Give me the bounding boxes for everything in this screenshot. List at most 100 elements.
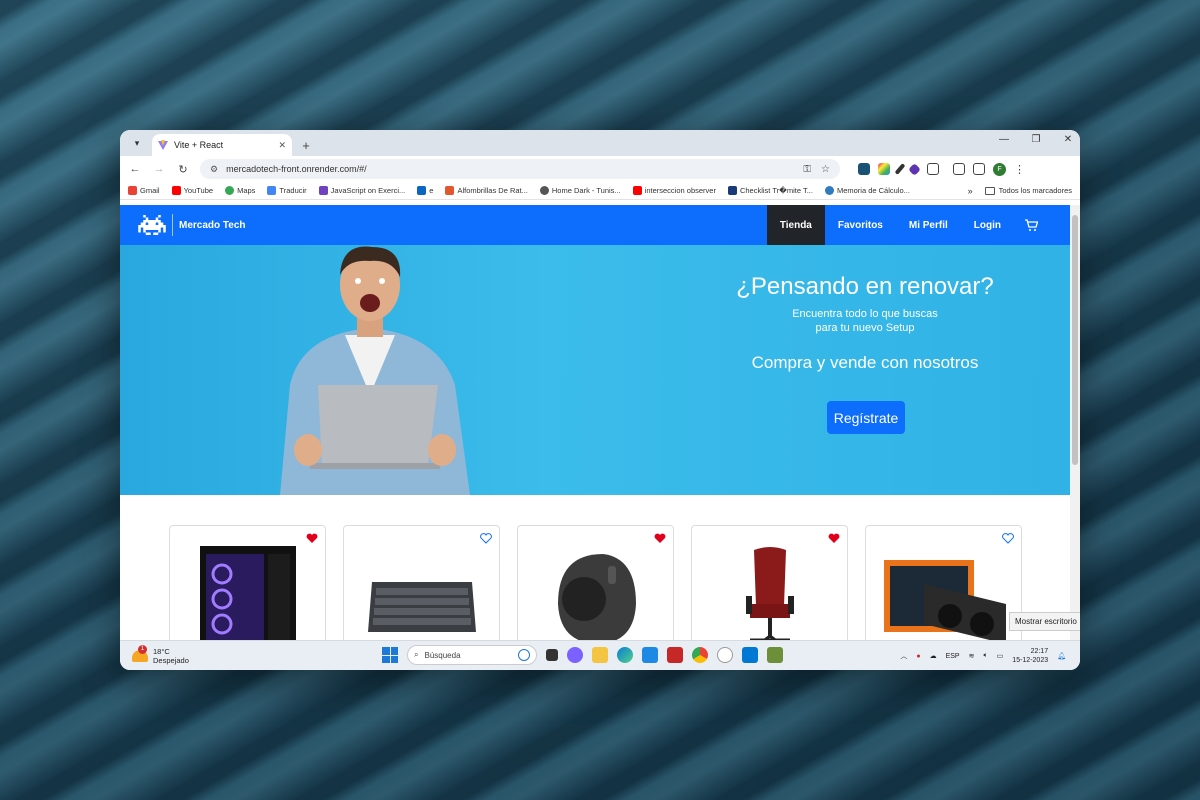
bookmark-gmail[interactable]: Gmail (128, 186, 160, 195)
extension-gem-icon[interactable] (908, 162, 921, 176)
bookmark-label: Home Dark - Tunis... (551, 186, 621, 195)
brand-link[interactable]: Mercado Tech (138, 214, 246, 236)
bookmark-label: YouTube (183, 186, 214, 195)
tray-vpn-icon[interactable]: ● (916, 653, 920, 660)
brand-name: Mercado Tech (179, 219, 246, 231)
soccer-ball-icon[interactable] (717, 647, 733, 663)
bookmark-home-dark[interactable]: Home Dark - Tunis... (539, 186, 621, 195)
globe-icon (824, 186, 834, 195)
vscode-icon[interactable] (742, 647, 758, 663)
product-card[interactable] (517, 525, 674, 640)
tray-overflow-chevron-icon[interactable]: ︿ (900, 651, 907, 661)
product-card[interactable] (169, 525, 326, 640)
excited-man-with-laptop-image (280, 246, 470, 495)
url-text[interactable]: mercadotech-front.onrender.com/#/ (226, 164, 793, 174)
back-arrow-icon[interactable]: ← (128, 163, 142, 175)
register-button[interactable]: Regístrate (827, 401, 905, 434)
page-scrollbar[interactable] (1070, 205, 1080, 640)
volume-icon[interactable]: 🔈︎ (983, 652, 987, 660)
aliexpress-icon (445, 186, 455, 195)
hero-banner: ¿Pensando en renovar? Encuentra todo lo … (120, 245, 1070, 495)
restore-icon[interactable]: ❐ (1030, 134, 1042, 145)
mcafee-icon[interactable] (667, 647, 683, 663)
page-viewport: Mercado Tech Tienda Favoritos Mi Perfil … (120, 205, 1070, 640)
wifi-icon[interactable]: ≋ (969, 652, 975, 660)
edge-browser-icon[interactable] (617, 647, 633, 663)
bookmark-memoria[interactable]: Memoria de Cálculo... (824, 186, 910, 195)
product-card[interactable] (343, 525, 500, 640)
tab-search-chevron-icon[interactable]: ▾ (126, 133, 148, 153)
product-card[interactable] (865, 525, 1022, 640)
scrollbar-thumb[interactable] (1072, 215, 1078, 465)
address-bar[interactable]: ⚙ mercadotech-front.onrender.com/#/ ⚿ ☆ (200, 159, 840, 179)
nav-tienda[interactable]: Tienda (766, 205, 825, 245)
site-info-icon[interactable]: ⚙ (210, 164, 218, 175)
heart-filled-icon[interactable] (654, 533, 666, 544)
brand-divider (172, 214, 173, 236)
vite-favicon-icon (158, 140, 168, 150)
extensions-puzzle-icon[interactable] (927, 163, 939, 175)
media-controls-icon[interactable] (953, 163, 965, 175)
teams-chat-icon[interactable] (567, 647, 583, 663)
bookmarks-overflow-button[interactable]: » (968, 186, 973, 196)
windows-start-icon[interactable] (382, 647, 398, 663)
bookmark-linkedin[interactable]: e (417, 186, 433, 195)
tray-onedrive-icon[interactable]: ☁ (930, 652, 937, 660)
close-window-icon[interactable]: ✕ (1062, 134, 1074, 145)
code-braces-icon (318, 186, 328, 195)
password-key-icon[interactable]: ⚿ (803, 164, 811, 175)
heart-filled-icon[interactable] (828, 533, 840, 544)
bookmark-label: Traducir (279, 186, 307, 195)
bookmark-maps[interactable]: Maps (225, 186, 255, 195)
nav-mi-perfil[interactable]: Mi Perfil (896, 205, 961, 245)
tab-strip: ▾ Vite + React ✕ + — ❐ ✕ (120, 130, 1080, 156)
extension-react-devtools-icon[interactable] (858, 163, 870, 175)
taskbar-clock[interactable]: 22:17 15-12-2023 (1012, 647, 1048, 665)
taskbar-search[interactable]: ⌕ Búsqueda (407, 645, 537, 665)
bookmark-checklist[interactable]: Checklist Tr�mite T... (727, 186, 813, 195)
bookmark-translate[interactable]: Traducir (267, 186, 307, 195)
weather-widget[interactable]: 1 18°C Despejado (132, 644, 189, 665)
bookmark-alfombrillas[interactable]: Alfombrillas De Rat... (445, 186, 528, 195)
bookmark-label: Alfombrillas De Rat... (457, 186, 528, 195)
all-bookmarks-label: Todos los marcadores (998, 186, 1072, 195)
profile-avatar[interactable]: F (993, 162, 1006, 176)
cart-icon[interactable] (1014, 205, 1048, 245)
gmail-icon (128, 186, 137, 195)
bing-icon[interactable] (518, 649, 530, 661)
hero-cta-text: Compra y vende con nosotros (751, 353, 979, 372)
forward-arrow-icon[interactable]: → (152, 163, 166, 175)
heart-outline-icon[interactable] (480, 533, 492, 544)
chrome-icon[interactable] (692, 647, 708, 663)
minecraft-icon[interactable] (767, 647, 783, 663)
extension-colorpicker-icon[interactable] (878, 163, 890, 175)
task-view-icon[interactable] (546, 649, 558, 661)
notification-bell-icon[interactable]: 🔔︎ (1057, 652, 1066, 660)
file-explorer-icon[interactable] (592, 647, 608, 663)
weather-temperature: 18°C (153, 646, 170, 656)
bookmark-star-icon[interactable]: ☆ (821, 164, 830, 175)
new-tab-button[interactable]: + (296, 135, 316, 155)
nav-favoritos[interactable]: Favoritos (825, 205, 896, 245)
heart-outline-icon[interactable] (1002, 533, 1014, 544)
graphics-card-image (884, 560, 1006, 640)
nav-login[interactable]: Login (961, 205, 1014, 245)
tab-close-icon[interactable]: ✕ (278, 140, 286, 151)
extension-eyedropper-icon[interactable] (894, 163, 906, 175)
document-icon (727, 186, 737, 195)
microsoft-store-icon[interactable] (642, 647, 658, 663)
minimize-icon[interactable]: — (998, 134, 1010, 145)
bookmark-youtube[interactable]: YouTube (171, 186, 214, 195)
reload-icon[interactable]: ↻ (176, 163, 190, 176)
clock-date: 15-12-2023 (1012, 657, 1049, 664)
language-indicator[interactable]: ESP (946, 653, 960, 660)
battery-icon[interactable]: ▭ (997, 652, 1004, 660)
browser-menu-icon[interactable]: ⋮ (1014, 163, 1025, 176)
bookmark-javascript[interactable]: JavaScript on Exerci... (318, 186, 405, 195)
browser-tab-active[interactable]: Vite + React ✕ (152, 134, 292, 156)
heart-filled-icon[interactable] (306, 533, 318, 544)
product-card[interactable] (691, 525, 848, 640)
bookmark-interseccion[interactable]: interseccion observer (632, 186, 716, 195)
all-bookmarks-folder[interactable]: Todos los marcadores (984, 186, 1072, 195)
side-panel-icon[interactable] (973, 163, 985, 175)
